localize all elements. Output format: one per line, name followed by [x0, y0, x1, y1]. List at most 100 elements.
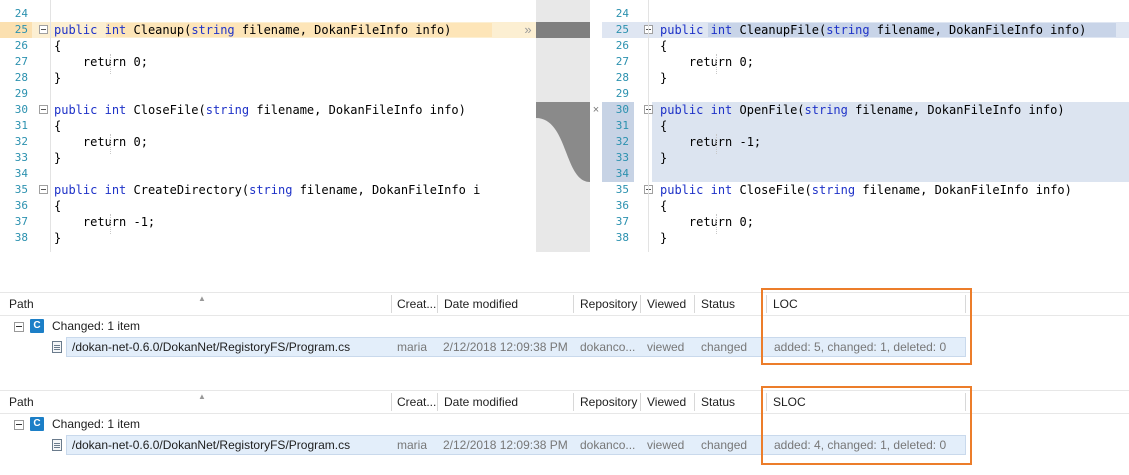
- column-header-status[interactable]: Status: [696, 293, 766, 315]
- loc-highlight-box: [761, 288, 972, 365]
- code-line[interactable]: 27 return 0;: [602, 54, 1129, 70]
- code-content: {: [54, 38, 61, 54]
- code-line[interactable]: 24: [602, 6, 1129, 22]
- column-header-viewed[interactable]: Viewed: [642, 293, 694, 315]
- code-line[interactable]: 26 {: [0, 38, 536, 54]
- sort-ascending-icon: ▲: [198, 294, 206, 303]
- code-content: }: [660, 70, 667, 86]
- code-line[interactable]: 30 public int OpenFile(string filename, D…: [602, 102, 1129, 118]
- code-text: {: [660, 199, 668, 213]
- code-content: {: [54, 118, 61, 134]
- keyword: public: [54, 103, 98, 117]
- indent-guide: [716, 214, 717, 234]
- column-header-created[interactable]: Creat...: [392, 391, 437, 413]
- changed-badge-icon: C: [30, 417, 44, 431]
- cell-status: changed: [701, 438, 748, 452]
- code-line[interactable]: 28}: [602, 70, 1129, 86]
- keyword: string: [826, 23, 870, 37]
- code-content: }: [660, 150, 667, 166]
- line-number: 33: [14, 151, 28, 164]
- code-line[interactable]: 36 {: [602, 198, 1129, 214]
- keyword: string: [249, 183, 293, 197]
- code-text: CleanupFile(: [732, 23, 827, 37]
- cell-path: /dokan-net-0.6.0/DokanNet/RegistoryFS/Pr…: [72, 340, 351, 354]
- fold-toggle-icon[interactable]: [39, 185, 48, 194]
- code-line[interactable]: 38}: [0, 230, 536, 246]
- code-line[interactable]: 31 {: [602, 118, 1129, 134]
- fold-toggle-icon[interactable]: [39, 25, 48, 34]
- line-number: 26: [14, 39, 28, 52]
- column-header-status[interactable]: Status: [696, 391, 766, 413]
- copy-change-icon[interactable]: »: [522, 22, 534, 38]
- code-text: return 0;: [660, 55, 754, 69]
- line-number: 33: [615, 151, 629, 164]
- code-line[interactable]: 33}: [0, 150, 536, 166]
- code-line[interactable]: 31 {: [0, 118, 536, 134]
- code-line[interactable]: 25 public int CleanupFile(string filename…: [602, 22, 1129, 38]
- column-header-date-modified[interactable]: Date modified: [439, 391, 573, 413]
- keyword: public: [660, 183, 704, 197]
- column-header-path[interactable]: Path: [4, 293, 390, 315]
- code-content: public int CloseFile(string filename, Do…: [54, 102, 466, 118]
- code-content: {: [54, 198, 61, 214]
- column-header-viewed[interactable]: Viewed: [642, 391, 694, 413]
- code-line[interactable]: 35 public int CreateDirectory(string file…: [0, 182, 536, 198]
- code-line[interactable]: 37 return -1;: [0, 214, 536, 230]
- code-text: {: [54, 119, 62, 133]
- line-number: 25: [615, 23, 629, 36]
- code-text: }: [660, 71, 668, 85]
- code-line[interactable]: 29: [0, 86, 536, 102]
- line-number: 37: [615, 215, 629, 228]
- line-number: 27: [615, 55, 629, 68]
- code-line[interactable]: 30 public int CloseFile(string filename, …: [0, 102, 536, 118]
- code-text: return 0;: [54, 55, 148, 69]
- right-code-pane[interactable]: 24 25 public int CleanupFile(string filena…: [602, 0, 1129, 252]
- file-icon: [52, 341, 62, 353]
- code-line[interactable]: 24: [0, 6, 536, 22]
- code-line[interactable]: 34: [0, 166, 536, 182]
- fold-toggle-icon[interactable]: [39, 105, 48, 114]
- code-line[interactable]: 27 return 0;: [0, 54, 536, 70]
- code-line[interactable]: 25 public int Cleanup(string filename, Do…: [0, 22, 536, 38]
- remove-change-icon[interactable]: ×: [590, 102, 602, 118]
- line-number: 25: [14, 23, 28, 36]
- code-text: filename, DokanFileInfo info): [869, 23, 1087, 37]
- column-header-date-modified[interactable]: Date modified: [439, 293, 573, 315]
- cell-status: changed: [701, 340, 748, 354]
- column-header-path[interactable]: Path: [4, 391, 390, 413]
- code-content: }: [660, 230, 667, 246]
- code-content: {: [660, 198, 667, 214]
- diff-viewer: 24 25 public int Cleanup(string filename, …: [0, 0, 1129, 252]
- code-line[interactable]: 35 public int CloseFile(string filename, …: [602, 182, 1129, 198]
- code-line[interactable]: 36 {: [0, 198, 536, 214]
- collapse-icon[interactable]: [14, 322, 24, 332]
- left-code-pane[interactable]: 24 25 public int Cleanup(string filename, …: [0, 0, 536, 252]
- cell-repository: dokanco...: [580, 340, 636, 354]
- column-header-repository[interactable]: Repository: [575, 293, 640, 315]
- code-content: return -1;: [660, 134, 761, 150]
- code-line[interactable]: 29: [602, 86, 1129, 102]
- code-line[interactable]: 28}: [0, 70, 536, 86]
- code-line[interactable]: 34: [602, 166, 1129, 182]
- code-line[interactable]: 32 return -1;: [602, 134, 1129, 150]
- cell-viewed: viewed: [647, 438, 685, 452]
- collapse-icon[interactable]: [14, 420, 24, 430]
- keyword: int: [710, 103, 733, 117]
- code-content: return -1;: [54, 214, 155, 230]
- code-line[interactable]: 33}: [602, 150, 1129, 166]
- column-header-repository[interactable]: Repository: [575, 391, 640, 413]
- column-header-created[interactable]: Creat...: [392, 293, 437, 315]
- keyword: string: [804, 103, 848, 117]
- line-number: 29: [615, 87, 629, 100]
- cell-date-modified: 2/12/2018 12:09:38 PM: [443, 438, 568, 452]
- keyword: int: [710, 183, 733, 197]
- line-number: 29: [14, 87, 28, 100]
- code-line[interactable]: 32 return 0;: [0, 134, 536, 150]
- code-line[interactable]: 26 {: [602, 38, 1129, 54]
- code-line[interactable]: 38}: [602, 230, 1129, 246]
- code-line[interactable]: 37 return 0;: [602, 214, 1129, 230]
- sort-ascending-icon: ▲: [198, 392, 206, 401]
